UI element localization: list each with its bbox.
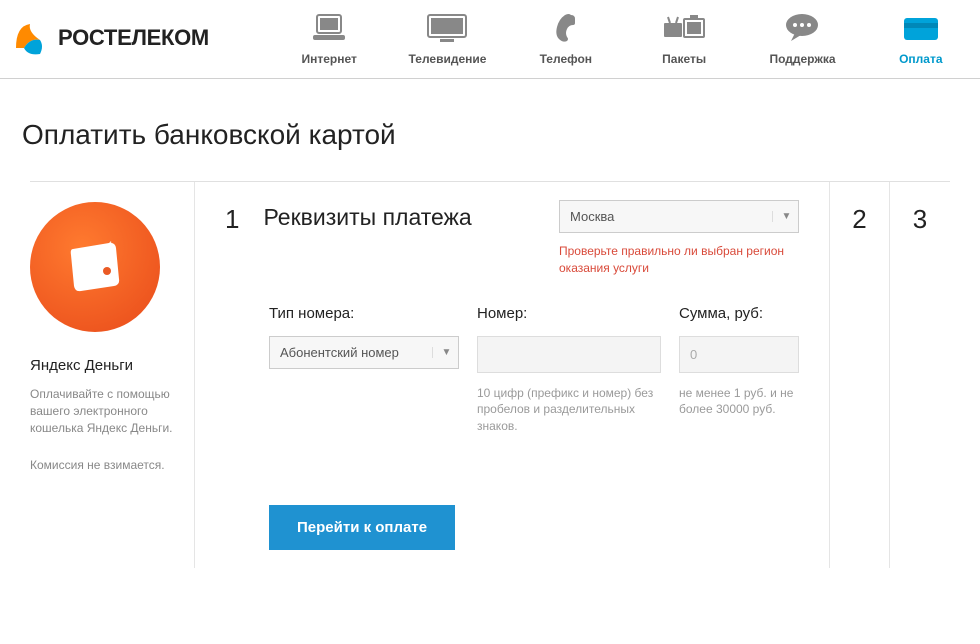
number-label: Номер: (477, 305, 661, 322)
payment-commission-note: Комиссия не взимается. (30, 458, 179, 472)
nav-internet[interactable]: Интернет (270, 0, 388, 78)
nav-tv[interactable]: Телевидение (388, 0, 506, 78)
payment-method-title: Яндекс Деньги (30, 357, 179, 374)
sum-input[interactable] (679, 336, 799, 373)
step-2-placeholder[interactable]: 2 (830, 182, 890, 568)
nav-payment[interactable]: Оплата (862, 0, 980, 78)
brand-name: РОСТЕЛЕКОМ (58, 25, 209, 51)
nav-label: Пакеты (625, 52, 743, 66)
field-number: Номер: 10 цифр (префикс и номер) без про… (477, 305, 661, 435)
number-hint: 10 цифр (префикс и номер) без пробелов и… (477, 385, 661, 435)
page-content: Оплатить банковской картой Яндекс Деньги… (0, 79, 980, 588)
nav-packages[interactable]: Пакеты (625, 0, 743, 78)
laptop-icon (270, 10, 388, 46)
page-title: Оплатить банковской картой (22, 119, 950, 151)
nav-label: Оплата (862, 52, 980, 66)
payment-layout: Яндекс Деньги Оплачивайте с помощью ваше… (30, 181, 950, 568)
region-value: Москва (570, 209, 614, 224)
nav-label: Поддержка (743, 52, 861, 66)
number-input[interactable] (477, 336, 661, 373)
nav-support[interactable]: Поддержка (743, 0, 861, 78)
number-type-select[interactable]: Абонентский номер ▼ (269, 336, 459, 369)
step-1-panel: 1 Реквизиты платежа Москва ▼ Проверьте п… (195, 182, 830, 568)
rostelecom-logo-icon (10, 18, 50, 58)
site-header: РОСТЕЛЕКОМ Интернет Телевидение Телефон … (0, 0, 980, 79)
submit-row: Перейти к оплате (269, 505, 799, 550)
yandex-money-icon (30, 202, 160, 332)
chevron-down-icon: ▼ (432, 347, 454, 358)
sum-label: Сумма, руб: (679, 305, 799, 322)
payment-method-desc: Оплачивайте с помощью вашего электронног… (30, 386, 179, 436)
region-select[interactable]: Москва ▼ (559, 200, 799, 233)
tv-icon (388, 10, 506, 46)
proceed-button[interactable]: Перейти к оплате (269, 505, 455, 550)
field-type: Тип номера: Абонентский номер ▼ (269, 305, 459, 435)
phone-icon (507, 10, 625, 46)
field-sum: Сумма, руб: не менее 1 руб. и не более 3… (679, 305, 799, 435)
logo[interactable]: РОСТЕЛЕКОМ (0, 0, 270, 76)
packages-icon (625, 10, 743, 46)
nav-phone[interactable]: Телефон (507, 0, 625, 78)
main-nav: Интернет Телевидение Телефон Пакеты Подд… (270, 0, 980, 78)
type-value: Абонентский номер (280, 345, 399, 360)
payment-method-sidebar: Яндекс Деньги Оплачивайте с помощью ваше… (30, 182, 195, 568)
step-title: Реквизиты платежа (263, 200, 559, 231)
sum-hint: не менее 1 руб. и не более 30000 руб. (679, 385, 799, 419)
step-number: 1 (225, 200, 239, 232)
nav-label: Телевидение (388, 52, 506, 66)
region-column: Москва ▼ Проверьте правильно ли выбран р… (559, 200, 799, 277)
nav-label: Телефон (507, 52, 625, 66)
step-header: 1 Реквизиты платежа Москва ▼ Проверьте п… (225, 200, 799, 277)
card-icon (862, 10, 980, 46)
form-fields-row: Тип номера: Абонентский номер ▼ Номер: 1… (269, 305, 799, 435)
region-warning: Проверьте правильно ли выбран регион ока… (559, 243, 799, 277)
chat-icon (743, 10, 861, 46)
chevron-down-icon: ▼ (772, 211, 794, 222)
step-3-placeholder[interactable]: 3 (890, 182, 950, 568)
type-label: Тип номера: (269, 305, 459, 322)
nav-label: Интернет (270, 52, 388, 66)
